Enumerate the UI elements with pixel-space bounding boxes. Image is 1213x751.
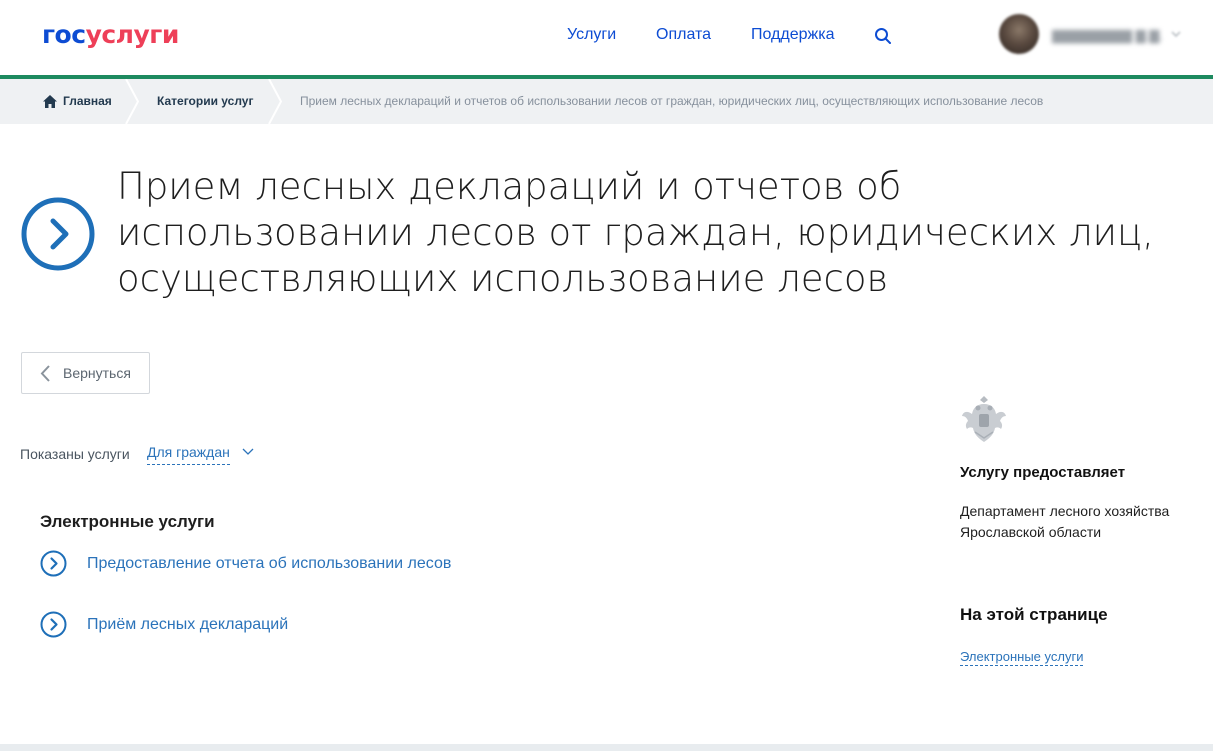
chevron-down-icon[interactable] [242, 447, 254, 457]
breadcrumb-current: Прием лесных деклараций и отчетов об исп… [300, 94, 1044, 108]
provider-heading: Услугу предоставляет [960, 464, 1126, 481]
nav-podderzhka[interactable]: Поддержка [751, 26, 834, 44]
service-link[interactable]: Предоставление отчета об использовании л… [87, 555, 451, 573]
filter-label: Показаны услуги [20, 446, 130, 462]
user-avatar[interactable] [999, 14, 1039, 54]
service-item-forest-report[interactable]: Предоставление отчета об использовании л… [40, 550, 451, 577]
nav-uslugi[interactable]: Услуги [567, 26, 616, 44]
on-this-page-link-electronic-services[interactable]: Электронные услуги [960, 649, 1084, 666]
breadcrumb-categories[interactable]: Категории услуг [157, 79, 253, 124]
audience-filter-select[interactable]: Для граждан [147, 444, 230, 465]
footer-strip [0, 744, 1213, 751]
back-button[interactable]: Вернуться [21, 352, 150, 394]
breadcrumb-separator [268, 79, 282, 124]
page-title: Прием лесных деклараций и отчетов об исп… [117, 165, 1154, 300]
search-icon[interactable] [874, 27, 892, 45]
user-name-blurred[interactable]: ▇▇▇▇▇▇▇▇ ▇.▇. [1052, 28, 1163, 44]
breadcrumb-separator [125, 79, 139, 124]
breadcrumb-home[interactable]: Главная [43, 79, 112, 124]
nav-oplata[interactable]: Оплата [656, 26, 711, 44]
chevron-right-circle-icon [21, 197, 95, 271]
chevron-right-circle-icon [40, 611, 67, 638]
gosuslugi-logo[interactable]: госуслуги [42, 20, 179, 49]
service-item-forest-declarations[interactable]: Приём лесных деклараций [40, 611, 288, 638]
on-this-page-heading: На этой странице [960, 605, 1108, 624]
provider-name: Департамент лесного хозяйства Ярославско… [960, 503, 1170, 540]
chevron-right-circle-icon [40, 550, 67, 577]
site-header: госуслуги Услуги Оплата Поддержка ▇▇▇▇▇▇… [0, 0, 1213, 75]
coat-of-arms-icon [962, 396, 1006, 442]
service-link[interactable]: Приём лесных деклараций [87, 616, 288, 634]
chevron-left-icon [40, 364, 50, 382]
chevron-down-icon[interactable] [1170, 28, 1182, 40]
home-icon [43, 95, 57, 108]
breadcrumb: Главная Категории услуг Прием лесных дек… [0, 79, 1213, 124]
back-button-label: Вернуться [63, 365, 131, 381]
section-title-electronic-services: Электронные услуги [40, 512, 215, 531]
